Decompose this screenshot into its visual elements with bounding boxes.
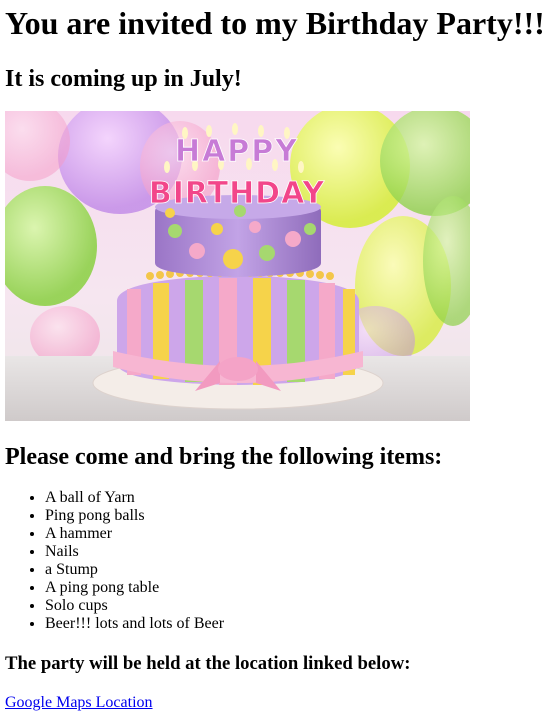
location-note: The party will be held at the location l…	[5, 653, 411, 674]
list-item: a Stump	[45, 561, 547, 579]
cake-topper-birthday: BIRTHDAY	[149, 176, 326, 211]
birthday-cake-image: HAPPY BIRTHDAY	[5, 111, 470, 421]
list-item: A hammer	[45, 525, 547, 543]
list-item: A ball of Yarn	[45, 489, 547, 507]
list-item: A ping pong table	[45, 579, 547, 597]
cake-topper-happy: HAPPY	[175, 134, 299, 169]
list-item: Beer!!! lots and lots of Beer	[45, 615, 547, 633]
page-subtitle: It is coming up in July!	[5, 66, 242, 92]
page: You are invited to my Birthday Party!!! …	[0, 4, 552, 713]
list-item: Solo cups	[45, 597, 547, 615]
page-title: You are invited to my Birthday Party!!!	[5, 5, 545, 41]
google-maps-link[interactable]: Google Maps Location	[5, 693, 153, 713]
items-list: A ball of Yarn Ping pong balls A hammer …	[5, 489, 547, 633]
list-item: Ping pong balls	[45, 507, 547, 525]
items-heading: Please come and bring the following item…	[5, 444, 443, 470]
list-item: Nails	[45, 543, 547, 561]
